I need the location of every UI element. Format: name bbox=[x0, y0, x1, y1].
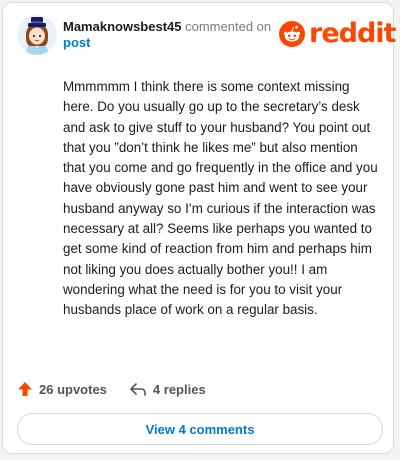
username[interactable]: Mamaknowsbest45 bbox=[63, 19, 182, 34]
reply-arrow-icon bbox=[130, 383, 146, 396]
avatar[interactable] bbox=[17, 15, 57, 55]
upvote-button[interactable]: 26 upvotes bbox=[17, 381, 107, 397]
upvote-arrow-icon bbox=[18, 382, 32, 396]
comment-actions: 26 upvotes 4 replies bbox=[17, 379, 206, 399]
post-link[interactable]: post bbox=[63, 35, 283, 51]
comment-card: Mamaknowsbest45 commented on post reddit… bbox=[2, 2, 396, 454]
comment-body: Mmmmmm I think there is some context mis… bbox=[63, 79, 378, 318]
reddit-wordmark: reddit bbox=[309, 18, 396, 49]
avatar-image bbox=[17, 15, 57, 55]
commented-on-text: commented on bbox=[185, 19, 272, 34]
replies-button[interactable]: 4 replies bbox=[129, 381, 206, 397]
upvote-count: 26 upvotes bbox=[39, 381, 107, 397]
replies-count: 4 replies bbox=[152, 381, 206, 397]
reddit-logo-icon bbox=[279, 21, 305, 47]
reddit-brand[interactable]: reddit bbox=[279, 18, 396, 49]
view-comments-button[interactable]: View 4 comments bbox=[17, 413, 383, 445]
comment-header: Mamaknowsbest45 commented on post bbox=[63, 19, 283, 51]
